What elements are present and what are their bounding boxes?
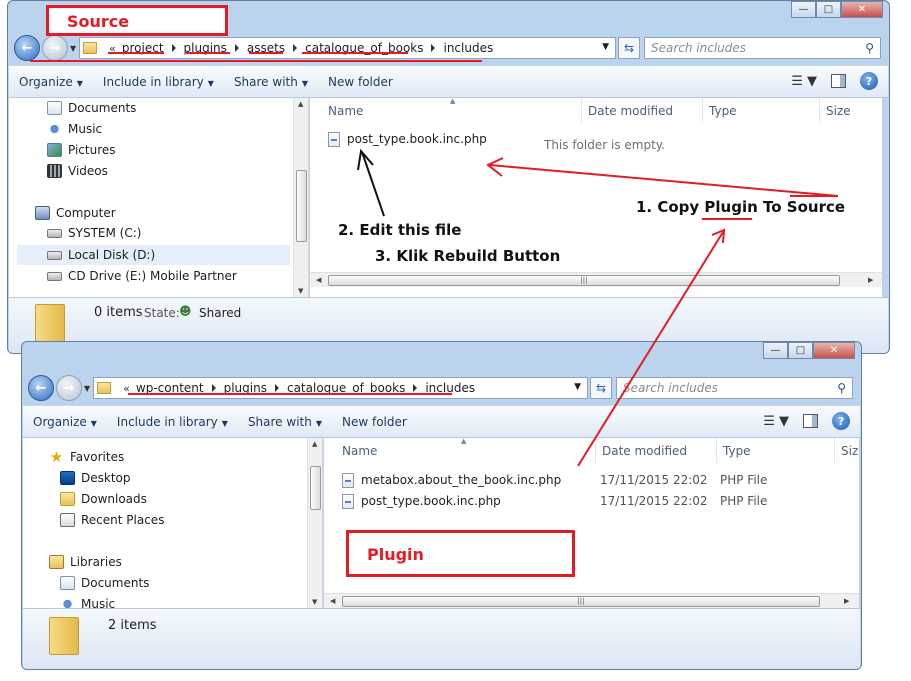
plugin-to-step1-arrow (577, 231, 724, 467)
copy-arrow-line (489, 164, 839, 197)
edit-arrow-line (361, 151, 385, 217)
copy-arrow-head (486, 157, 504, 177)
annotation-arrows (30, 52, 839, 467)
